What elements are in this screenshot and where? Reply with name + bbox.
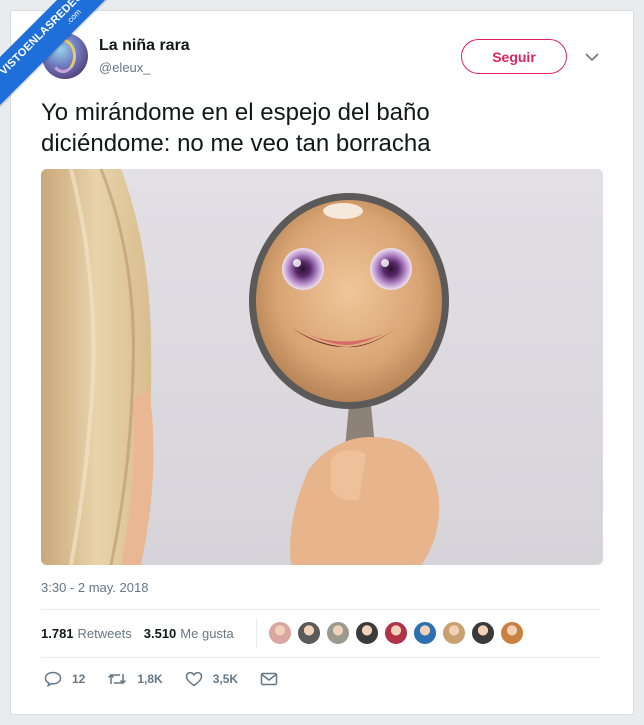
tweet-text: Yo mirándome en el espejo del baño dicié… xyxy=(41,97,601,159)
divider xyxy=(41,657,601,658)
envelope-icon xyxy=(260,672,278,686)
liker-avatars xyxy=(268,621,524,645)
liker-avatar[interactable] xyxy=(471,621,495,645)
tweet-photo[interactable] xyxy=(41,169,603,565)
liker-avatar[interactable] xyxy=(384,621,408,645)
divider xyxy=(256,618,257,648)
likes-count: 3.510 xyxy=(143,626,177,641)
engagement-stats: 1.781 Retweets 3.510 Me gusta xyxy=(41,626,234,641)
direct-message-button[interactable] xyxy=(260,672,288,686)
likes-label: Me gusta xyxy=(180,626,234,641)
retweets-count: 1.781 xyxy=(41,626,74,641)
reply-icon xyxy=(44,671,62,687)
action-bar: 12 1,8K 3,5K xyxy=(44,671,310,687)
reply-button[interactable]: 12 xyxy=(44,671,85,687)
like-button[interactable]: 3,5K xyxy=(185,671,238,687)
retweets-stat[interactable]: 1.781 Retweets xyxy=(41,626,132,641)
liker-avatar[interactable] xyxy=(442,621,466,645)
divider xyxy=(41,609,601,610)
mirror-meme-image xyxy=(41,169,449,565)
reply-count: 12 xyxy=(72,672,86,686)
retweets-label: Retweets xyxy=(77,626,132,641)
author-handle[interactable]: @eleux_ xyxy=(99,60,151,75)
liker-avatar[interactable] xyxy=(413,621,437,645)
likes-stat[interactable]: 3.510 Me gusta xyxy=(144,626,234,641)
heart-icon xyxy=(185,671,202,687)
author-name[interactable]: La niña rara xyxy=(99,37,190,55)
liker-avatar[interactable] xyxy=(297,621,321,645)
tweet-text-line: Yo mirándome en el espejo del baño xyxy=(41,99,430,126)
chevron-down-icon[interactable] xyxy=(584,49,600,65)
tweet-text-line: diciéndome: no me veo tan borracha xyxy=(41,130,431,157)
liker-avatar[interactable] xyxy=(268,621,292,645)
retweet-button[interactable]: 1,8K xyxy=(107,671,163,687)
retweet-count: 1,8K xyxy=(137,672,163,686)
liker-avatar[interactable] xyxy=(500,621,524,645)
follow-button[interactable]: Seguir xyxy=(461,39,567,74)
liker-avatar[interactable] xyxy=(326,621,350,645)
tweet-timestamp[interactable]: 3:30 - 2 may. 2018 xyxy=(41,580,148,595)
like-count: 3,5K xyxy=(212,672,239,686)
liker-avatar[interactable] xyxy=(355,621,379,645)
retweet-icon xyxy=(108,673,127,685)
